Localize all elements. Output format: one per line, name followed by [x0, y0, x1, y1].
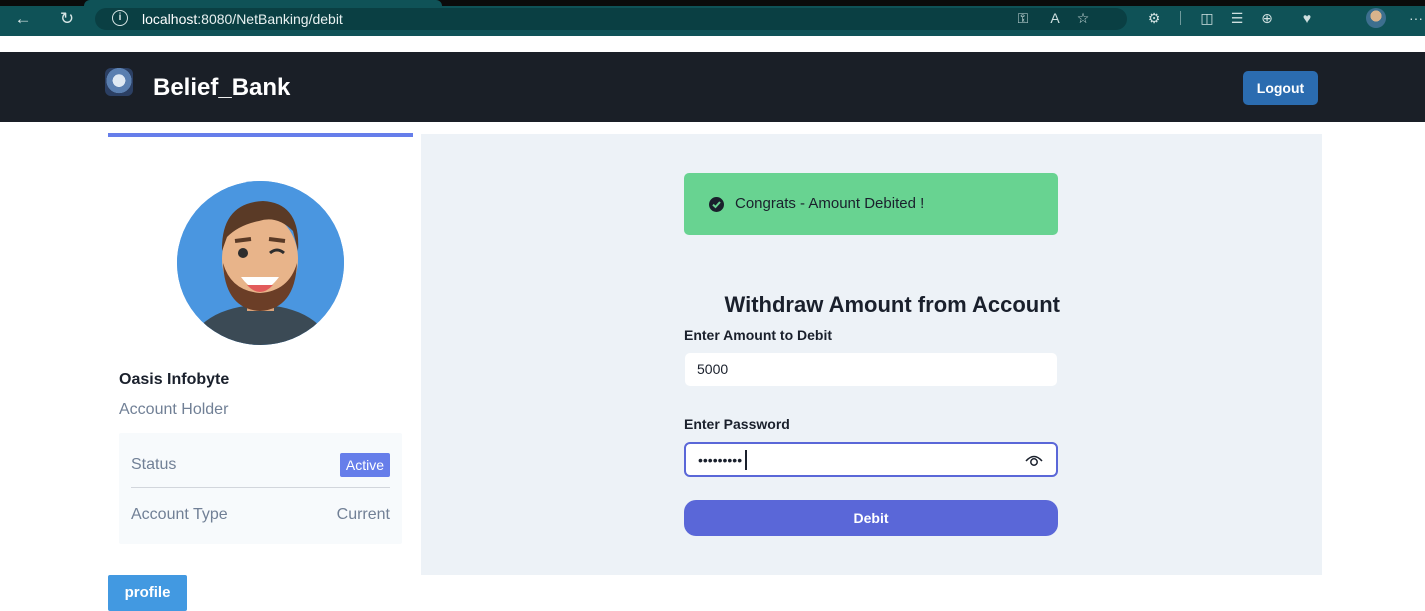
status-label: Status — [131, 456, 177, 473]
info-divider — [131, 487, 390, 488]
key-icon[interactable]: ⚿ — [1014, 9, 1032, 27]
extensions-icon[interactable]: ⚙ — [1145, 9, 1163, 27]
collections-icon[interactable]: ⊕ — [1258, 9, 1276, 27]
logout-button[interactable]: Logout — [1243, 71, 1318, 105]
toolbar-divider — [1180, 11, 1181, 25]
status-row: Status Active — [131, 443, 390, 483]
account-holder-role: Account Holder — [119, 401, 229, 418]
form-title: Withdraw Amount from Account — [724, 292, 1060, 317]
password-mask: ••••••••• — [698, 452, 743, 468]
brand-name[interactable]: Belief_Bank — [153, 72, 290, 104]
back-arrow-icon[interactable]: ← — [13, 10, 33, 28]
man-avatar-icon — [177, 181, 344, 345]
account-holder-name: Oasis Infobyte — [119, 371, 230, 388]
account-type-label: Account Type — [131, 506, 228, 523]
bank-logo-icon[interactable] — [105, 68, 133, 96]
url-path: :8080/NetBanking/debit — [197, 11, 343, 27]
avatar — [177, 181, 344, 345]
debit-button[interactable]: Debit — [684, 500, 1058, 536]
account-type-value: Current — [336, 506, 390, 523]
account-type-row: Account Type Current — [131, 493, 390, 533]
browser-active-tab[interactable] — [84, 0, 442, 6]
url-host: localhost — [142, 11, 198, 27]
password-input[interactable]: ••••••••• — [684, 442, 1058, 477]
eye-icon[interactable] — [1025, 453, 1043, 467]
read-aloud-icon[interactable]: A — [1046, 9, 1064, 27]
alert-message: Congrats - Amount Debited ! — [735, 195, 925, 212]
profile-button[interactable]: profile — [108, 575, 187, 611]
url-text[interactable]: localhost:8080/NetBanking/debit — [142, 10, 343, 28]
success-alert: Congrats - Amount Debited ! — [684, 173, 1058, 235]
browser-profile-avatar[interactable] — [1366, 8, 1386, 28]
amount-label: Enter Amount to Debit — [684, 327, 833, 343]
browser-tab-strip — [0, 0, 1425, 6]
favorites-list-icon[interactable]: ☰ — [1228, 9, 1246, 27]
favorite-star-icon[interactable]: ☆ — [1074, 9, 1092, 27]
password-label: Enter Password — [684, 416, 790, 432]
amount-input[interactable]: 5000 — [684, 352, 1058, 387]
split-screen-icon[interactable]: ◫ — [1198, 9, 1216, 27]
more-menu-icon[interactable]: ··· — [1407, 9, 1425, 27]
sidebar-accent-bar — [108, 133, 413, 137]
status-badge: Active — [339, 453, 390, 477]
refresh-icon[interactable]: ↻ — [57, 10, 77, 28]
browser-essentials-icon[interactable]: ♥ — [1298, 9, 1316, 27]
check-circle-icon — [709, 197, 724, 212]
account-info-card: Status Active Account Type Current — [119, 433, 402, 544]
text-caret — [745, 450, 747, 470]
site-info-icon[interactable]: i — [112, 10, 128, 26]
